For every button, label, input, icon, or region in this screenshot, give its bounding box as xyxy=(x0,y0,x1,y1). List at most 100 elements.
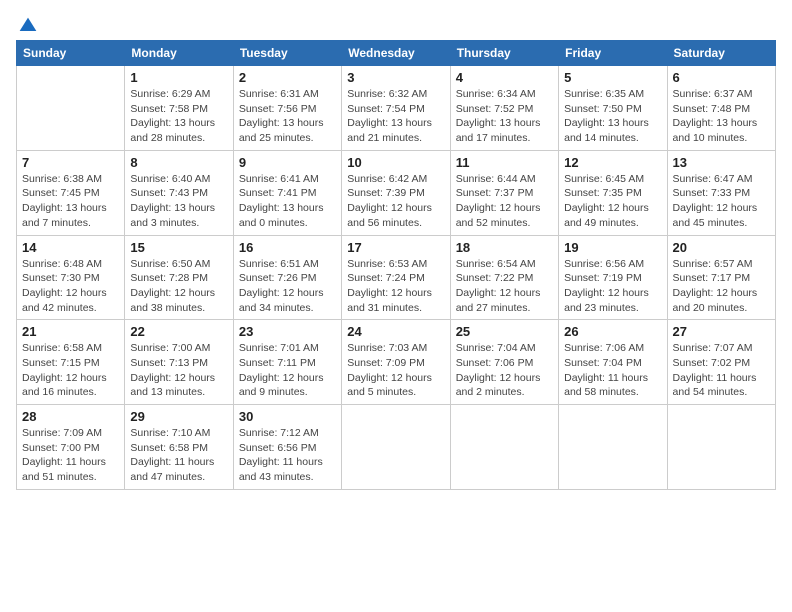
header-cell-wednesday: Wednesday xyxy=(342,41,450,66)
day-number: 4 xyxy=(456,70,553,85)
day-info: Sunrise: 7:01 AMSunset: 7:11 PMDaylight:… xyxy=(239,341,336,400)
day-info: Sunrise: 6:45 AMSunset: 7:35 PMDaylight:… xyxy=(564,172,661,231)
day-cell: 23 Sunrise: 7:01 AMSunset: 7:11 PMDayligh… xyxy=(233,320,341,405)
day-cell: 28 Sunrise: 7:09 AMSunset: 7:00 PMDayligh… xyxy=(17,405,125,490)
day-info: Sunrise: 6:37 AMSunset: 7:48 PMDaylight:… xyxy=(673,87,770,146)
day-info: Sunrise: 7:00 AMSunset: 7:13 PMDaylight:… xyxy=(130,341,227,400)
day-cell: 20Sunrise: 6:57 AMSunset: 7:17 PMDayligh… xyxy=(667,235,775,320)
day-number: 16 xyxy=(239,240,336,255)
day-number: 10 xyxy=(347,155,444,170)
day-cell xyxy=(342,405,450,490)
day-cell xyxy=(450,405,558,490)
day-info: Sunrise: 6:58 AMSunset: 7:15 PMDaylight:… xyxy=(22,341,119,400)
day-info: Sunrise: 6:53 AMSunset: 7:24 PMDaylight:… xyxy=(347,257,444,316)
day-number: 29 xyxy=(130,409,227,424)
day-number: 6 xyxy=(673,70,770,85)
day-number: 14 xyxy=(22,240,119,255)
day-info: Sunrise: 7:06 AMSunset: 7:04 PMDaylight:… xyxy=(564,341,661,400)
day-cell: 8 Sunrise: 6:40 AMSunset: 7:43 PMDaylight… xyxy=(125,150,233,235)
day-info: Sunrise: 7:09 AMSunset: 7:00 PMDaylight:… xyxy=(22,426,119,485)
day-info: Sunrise: 6:48 AMSunset: 7:30 PMDaylight:… xyxy=(22,257,119,316)
day-number: 8 xyxy=(130,155,227,170)
day-cell: 27 Sunrise: 7:07 AMSunset: 7:02 PMDayligh… xyxy=(667,320,775,405)
page-header xyxy=(16,16,776,32)
week-row-3: 14 Sunrise: 6:48 AMSunset: 7:30 PMDayligh… xyxy=(17,235,776,320)
day-cell: 18 Sunrise: 6:54 AMSunset: 7:22 PMDayligh… xyxy=(450,235,558,320)
header-cell-monday: Monday xyxy=(125,41,233,66)
day-cell: 19Sunrise: 6:56 AMSunset: 7:19 PMDayligh… xyxy=(559,235,667,320)
day-info: Sunrise: 6:40 AMSunset: 7:43 PMDaylight:… xyxy=(130,172,227,231)
day-info: Sunrise: 7:12 AMSunset: 6:56 PMDaylight:… xyxy=(239,426,336,485)
day-cell: 26 Sunrise: 7:06 AMSunset: 7:04 PMDayligh… xyxy=(559,320,667,405)
day-info: Sunrise: 6:44 AMSunset: 7:37 PMDaylight:… xyxy=(456,172,553,231)
day-info: Sunrise: 6:35 AMSunset: 7:50 PMDaylight:… xyxy=(564,87,661,146)
week-row-5: 28 Sunrise: 7:09 AMSunset: 7:00 PMDayligh… xyxy=(17,405,776,490)
logo-icon xyxy=(18,16,38,36)
day-cell: 7 Sunrise: 6:38 AMSunset: 7:45 PMDaylight… xyxy=(17,150,125,235)
day-number: 11 xyxy=(456,155,553,170)
day-number: 27 xyxy=(673,324,770,339)
day-cell: 12 Sunrise: 6:45 AMSunset: 7:35 PMDayligh… xyxy=(559,150,667,235)
week-row-2: 7 Sunrise: 6:38 AMSunset: 7:45 PMDaylight… xyxy=(17,150,776,235)
day-number: 5 xyxy=(564,70,661,85)
day-number: 3 xyxy=(347,70,444,85)
header-row: SundayMondayTuesdayWednesdayThursdayFrid… xyxy=(17,41,776,66)
day-number: 17 xyxy=(347,240,444,255)
day-cell: 5 Sunrise: 6:35 AMSunset: 7:50 PMDaylight… xyxy=(559,66,667,151)
day-info: Sunrise: 6:51 AMSunset: 7:26 PMDaylight:… xyxy=(239,257,336,316)
day-cell: 2 Sunrise: 6:31 AMSunset: 7:56 PMDaylight… xyxy=(233,66,341,151)
day-cell: 14 Sunrise: 6:48 AMSunset: 7:30 PMDayligh… xyxy=(17,235,125,320)
day-info: Sunrise: 6:29 AMSunset: 7:58 PMDaylight:… xyxy=(130,87,227,146)
week-row-1: 1Sunrise: 6:29 AMSunset: 7:58 PMDaylight… xyxy=(17,66,776,151)
day-cell: 24 Sunrise: 7:03 AMSunset: 7:09 PMDayligh… xyxy=(342,320,450,405)
day-cell: 3Sunrise: 6:32 AMSunset: 7:54 PMDaylight… xyxy=(342,66,450,151)
day-info: Sunrise: 7:07 AMSunset: 7:02 PMDaylight:… xyxy=(673,341,770,400)
day-cell xyxy=(17,66,125,151)
week-row-4: 21Sunrise: 6:58 AMSunset: 7:15 PMDayligh… xyxy=(17,320,776,405)
day-cell: 30 Sunrise: 7:12 AMSunset: 6:56 PMDayligh… xyxy=(233,405,341,490)
day-info: Sunrise: 6:54 AMSunset: 7:22 PMDaylight:… xyxy=(456,257,553,316)
day-number: 23 xyxy=(239,324,336,339)
day-number: 25 xyxy=(456,324,553,339)
day-cell: 21Sunrise: 6:58 AMSunset: 7:15 PMDayligh… xyxy=(17,320,125,405)
day-info: Sunrise: 6:47 AMSunset: 7:33 PMDaylight:… xyxy=(673,172,770,231)
header-cell-thursday: Thursday xyxy=(450,41,558,66)
day-info: Sunrise: 6:41 AMSunset: 7:41 PMDaylight:… xyxy=(239,172,336,231)
day-number: 19 xyxy=(564,240,661,255)
day-cell: 6 Sunrise: 6:37 AMSunset: 7:48 PMDaylight… xyxy=(667,66,775,151)
day-number: 26 xyxy=(564,324,661,339)
day-info: Sunrise: 6:57 AMSunset: 7:17 PMDaylight:… xyxy=(673,257,770,316)
header-cell-tuesday: Tuesday xyxy=(233,41,341,66)
day-number: 13 xyxy=(673,155,770,170)
day-cell xyxy=(667,405,775,490)
day-number: 12 xyxy=(564,155,661,170)
day-cell: 29 Sunrise: 7:10 AMSunset: 6:58 PMDayligh… xyxy=(125,405,233,490)
day-cell: 9 Sunrise: 6:41 AMSunset: 7:41 PMDaylight… xyxy=(233,150,341,235)
day-number: 24 xyxy=(347,324,444,339)
day-info: Sunrise: 6:34 AMSunset: 7:52 PMDaylight:… xyxy=(456,87,553,146)
day-cell: 15 Sunrise: 6:50 AMSunset: 7:28 PMDayligh… xyxy=(125,235,233,320)
day-info: Sunrise: 6:31 AMSunset: 7:56 PMDaylight:… xyxy=(239,87,336,146)
day-info: Sunrise: 7:10 AMSunset: 6:58 PMDaylight:… xyxy=(130,426,227,485)
day-cell: 22 Sunrise: 7:00 AMSunset: 7:13 PMDayligh… xyxy=(125,320,233,405)
day-number: 30 xyxy=(239,409,336,424)
header-cell-friday: Friday xyxy=(559,41,667,66)
day-number: 2 xyxy=(239,70,336,85)
day-info: Sunrise: 6:42 AMSunset: 7:39 PMDaylight:… xyxy=(347,172,444,231)
logo xyxy=(16,16,38,32)
day-number: 18 xyxy=(456,240,553,255)
day-info: Sunrise: 6:50 AMSunset: 7:28 PMDaylight:… xyxy=(130,257,227,316)
day-number: 7 xyxy=(22,155,119,170)
day-cell: 16 Sunrise: 6:51 AMSunset: 7:26 PMDayligh… xyxy=(233,235,341,320)
day-cell: 11 Sunrise: 6:44 AMSunset: 7:37 PMDayligh… xyxy=(450,150,558,235)
day-number: 28 xyxy=(22,409,119,424)
day-number: 22 xyxy=(130,324,227,339)
day-number: 15 xyxy=(130,240,227,255)
day-number: 9 xyxy=(239,155,336,170)
day-cell: 10 Sunrise: 6:42 AMSunset: 7:39 PMDayligh… xyxy=(342,150,450,235)
day-info: Sunrise: 7:03 AMSunset: 7:09 PMDaylight:… xyxy=(347,341,444,400)
calendar-table: SundayMondayTuesdayWednesdayThursdayFrid… xyxy=(16,40,776,490)
day-info: Sunrise: 6:38 AMSunset: 7:45 PMDaylight:… xyxy=(22,172,119,231)
day-info: Sunrise: 7:04 AMSunset: 7:06 PMDaylight:… xyxy=(456,341,553,400)
header-cell-saturday: Saturday xyxy=(667,41,775,66)
